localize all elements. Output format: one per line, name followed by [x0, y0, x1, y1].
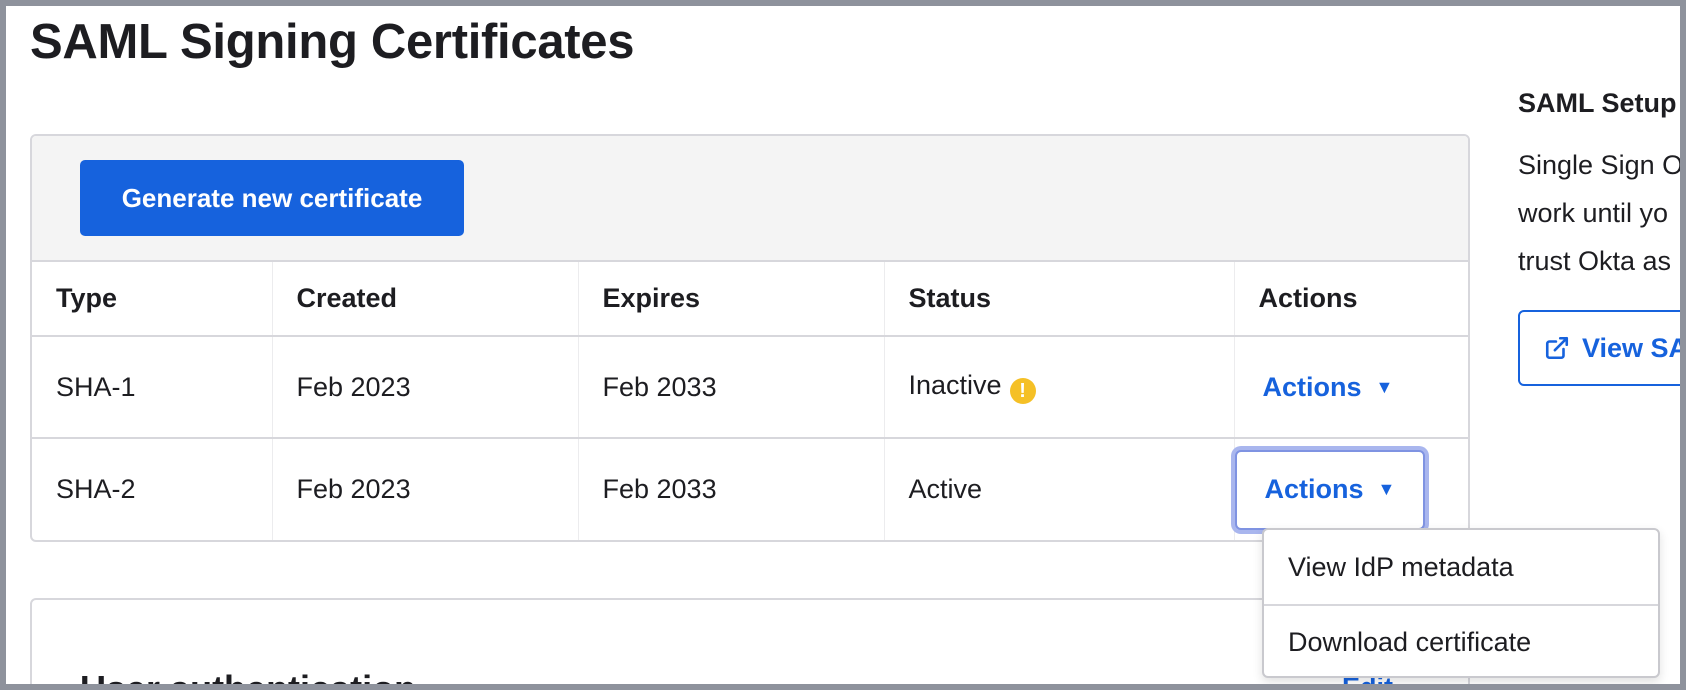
header-created: Created — [272, 262, 579, 337]
sidebar-text-line: work until yo — [1518, 198, 1669, 228]
cell-actions: Actions ▼ — [1234, 438, 1468, 540]
cell-created: Feb 2023 — [272, 336, 579, 439]
header-expires: Expires — [578, 262, 885, 337]
sidebar-description: Single Sign O work until yo trust Okta a… — [1518, 141, 1680, 285]
cell-expires: Feb 2033 — [578, 336, 885, 439]
actions-dropdown-button[interactable]: Actions ▼ — [1234, 347, 1422, 427]
caret-down-icon: ▼ — [1375, 376, 1394, 397]
generate-certificate-button[interactable]: Generate new certificate — [80, 160, 464, 236]
sidebar-title: SAML Setup — [1518, 88, 1677, 118]
status-label: Inactive — [908, 370, 1002, 400]
actions-label: Actions — [1264, 474, 1364, 504]
user-authentication-panel: User authentication Edit — [30, 598, 1470, 690]
cell-type: SHA-1 — [32, 336, 273, 439]
sidebar-text-line: trust Okta as — [1518, 246, 1672, 276]
page-title: SAML Signing Certificates — [30, 15, 635, 69]
status-label: Active — [908, 474, 983, 504]
panel-toolbar: Generate new certificate — [32, 136, 1468, 262]
actions-dropdown-menu: View IdP metadata Download certificate — [1262, 528, 1660, 678]
certificates-panel: Generate new certificate Type Created Ex… — [30, 134, 1470, 542]
view-saml-setup-button[interactable]: View SA — [1518, 310, 1680, 386]
cell-expires: Feb 2033 — [578, 438, 885, 540]
section-title: User authentication — [80, 668, 417, 690]
cell-type: SHA-2 — [32, 438, 273, 540]
saml-setup-sidebar: SAML Setup Single Sign O work until yo t… — [1518, 84, 1680, 404]
caret-down-icon: ▼ — [1377, 479, 1396, 499]
menu-item-download-certificate[interactable]: Download certificate — [1264, 604, 1658, 676]
external-link-icon — [1545, 336, 1569, 360]
header-actions: Actions — [1234, 262, 1468, 337]
actions-dropdown-button[interactable]: Actions ▼ — [1234, 449, 1426, 530]
table-row: SHA-1 Feb 2023 Feb 2033 Inactive! Action… — [32, 336, 1468, 439]
certificates-table: Type Created Expires Status Actions SHA-… — [32, 262, 1468, 540]
menu-item-view-idp-metadata[interactable]: View IdP metadata — [1264, 530, 1658, 604]
table-header-row: Type Created Expires Status Actions — [32, 262, 1468, 337]
cell-created: Feb 2023 — [272, 438, 579, 540]
warning-icon: ! — [1009, 378, 1036, 404]
cell-status: Active — [884, 438, 1235, 540]
header-status: Status — [884, 262, 1235, 337]
sidebar-text-line: Single Sign O — [1518, 150, 1680, 180]
view-saml-label: View SA — [1582, 332, 1680, 363]
table-row: SHA-2 Feb 2023 Feb 2033 Active Actions ▼ — [32, 438, 1468, 540]
header-type: Type — [32, 262, 273, 337]
actions-label: Actions — [1262, 371, 1362, 402]
cell-actions: Actions ▼ — [1234, 336, 1468, 439]
cell-status: Inactive! — [884, 336, 1235, 439]
